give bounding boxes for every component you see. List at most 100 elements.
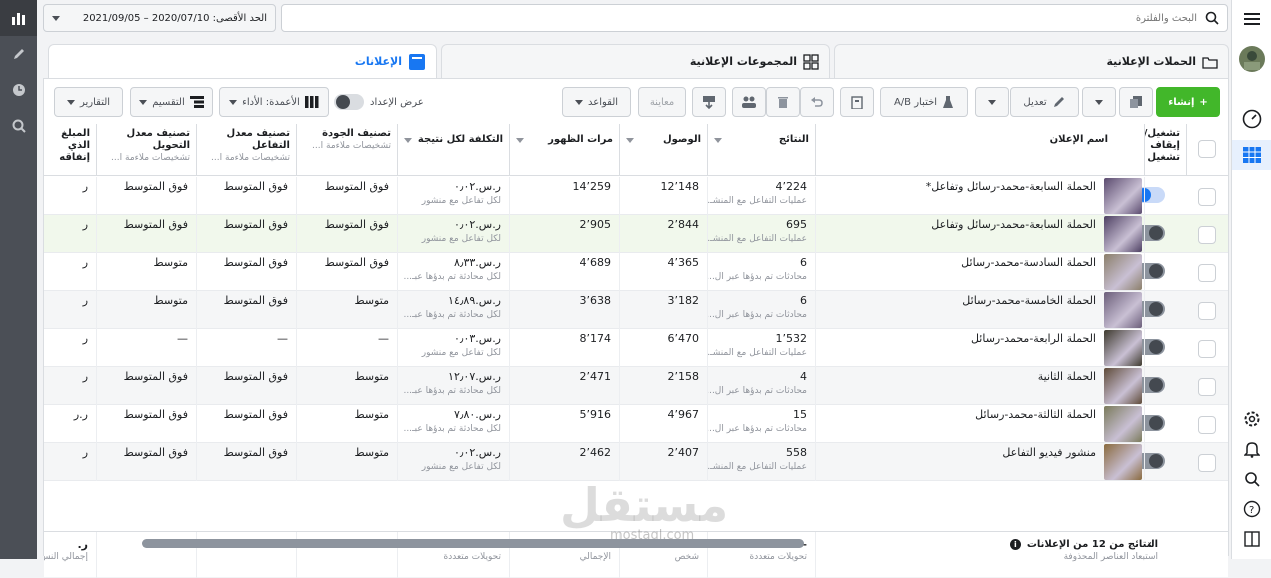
row-checkbox[interactable] <box>1198 416 1216 434</box>
search-input[interactable] <box>290 12 1197 24</box>
duplicate-dropdown[interactable] <box>1082 87 1116 117</box>
ad-thumbnail[interactable] <box>1104 444 1142 480</box>
header-spent[interactable]: المبلغ الذي إنفاقه <box>44 124 97 176</box>
horizontal-scrollbar[interactable] <box>142 539 804 548</box>
delete-button[interactable] <box>766 87 800 117</box>
bell-icon[interactable] <box>1232 434 1271 464</box>
ad-thumbnail[interactable] <box>1104 368 1142 404</box>
row-checkbox[interactable] <box>1198 264 1216 282</box>
ad-name-link[interactable]: الحملة السابعة-محمد-رسائل وتفاعل <box>824 218 1096 232</box>
header-conversion[interactable]: تصنيف معدل التحويل تشخيصات ملاءمة ا... <box>97 124 197 176</box>
ad-thumbnail[interactable] <box>1104 406 1142 442</box>
row-checkbox[interactable] <box>1198 454 1216 472</box>
ad-name-link[interactable]: الحملة الثانية <box>824 370 1096 384</box>
panel-toggle-icon[interactable] <box>1232 524 1271 554</box>
clock-icon[interactable] <box>0 72 37 108</box>
table-row[interactable]: الحملة السابعة-محمد-رسائل وتفاعل* ر.س.٠٫… <box>44 177 1228 215</box>
reports-dropdown[interactable]: التقارير <box>54 87 123 117</box>
ad-name-link[interactable]: الحملة الثالثة-محمد-رسائل <box>824 408 1096 422</box>
date-range-picker[interactable]: الحد الأقصى: 2020/07/10 – 2021/09/05 <box>43 4 276 32</box>
breakdown-dropdown[interactable]: التقسيم <box>130 87 213 117</box>
engagement-cell: فوق المتوسط <box>197 443 297 481</box>
table-row[interactable]: الحملة الثالثة-محمد-رسائل ر.س.٧٫٨٠ لكل م… <box>44 405 1228 443</box>
table-row[interactable]: الحملة السابعة-محمد-رسائل وتفاعل ر.س.٠٫٠… <box>44 215 1228 253</box>
audience-button[interactable] <box>732 87 766 117</box>
help-icon[interactable]: ? <box>1232 494 1271 524</box>
header-results[interactable]: النتائج <box>708 124 816 176</box>
tab-ads[interactable]: الإعلانات <box>48 44 437 78</box>
header-onoff[interactable]: تشغيل/ إيقاف تشغيل <box>1144 124 1187 176</box>
results-cell: 558 عمليات التفاعل مع المنشـ... <box>708 443 816 481</box>
ad-thumbnail[interactable] <box>1104 292 1142 328</box>
table-grid-icon[interactable] <box>1232 140 1271 170</box>
row-checkbox[interactable] <box>1198 226 1216 244</box>
results-value: 4٬224 <box>775 180 808 193</box>
export-button[interactable] <box>692 87 726 117</box>
dashboard-gauge-icon[interactable] <box>1232 104 1271 134</box>
rules-dropdown[interactable]: القواعد <box>562 87 631 117</box>
ad-thumbnail[interactable] <box>1104 178 1142 214</box>
footer-spent-sub: إجمالي النس <box>44 552 88 562</box>
header-engagement[interactable]: تصنيف معدل التفاعل تشخيصات ملاءمة ا... <box>197 124 297 176</box>
clipboard-button[interactable] <box>840 87 874 117</box>
zoom-search-icon[interactable] <box>0 108 37 144</box>
row-checkbox[interactable] <box>1198 378 1216 396</box>
table-row[interactable]: الحملة السادسة-محمد-رسائل ر.س.٨٫٣٣ لكل م… <box>44 253 1228 291</box>
ad-name-cell: الحملة السابعة-محمد-رسائل وتفاعل* <box>816 177 1145 215</box>
edit-button[interactable]: تعديل <box>1010 87 1079 117</box>
table-row[interactable]: الحملة الثانية ر.س.١٢٫٠٧ لكل محادثة تم ب… <box>44 367 1228 405</box>
row-checkbox[interactable] <box>1198 302 1216 320</box>
export-icon <box>703 96 715 109</box>
table-row[interactable]: منشور فيديو التفاعل ر.س.٠٫٠٢ لكل تفاعل م… <box>44 443 1228 481</box>
search-icon[interactable] <box>1232 464 1271 494</box>
header-quality[interactable]: تصنيف الجودة تشخيصات ملاءمة ا... <box>297 124 398 176</box>
header-reach[interactable]: الوصول <box>620 124 708 176</box>
cost-value: ر.س.١٤٫٨٩ <box>448 294 501 307</box>
chevron-right-icon[interactable]: › <box>1148 538 1152 551</box>
ad-name-link[interactable]: الحملة السابعة-محمد-رسائل وتفاعل* <box>824 180 1096 194</box>
row-checkbox[interactable] <box>1198 340 1216 358</box>
ad-thumbnail[interactable] <box>1104 216 1142 252</box>
edit-dropdown[interactable] <box>975 87 1009 117</box>
preview-button[interactable]: معاينة <box>638 87 686 117</box>
settings-gear-icon[interactable] <box>1232 404 1271 434</box>
view-setup-toggle[interactable]: عرض الإعداد <box>334 87 424 117</box>
ad-name-link[interactable]: الحملة الخامسة-محمد-رسائل <box>824 294 1096 308</box>
tab-adsets-label: المجموعات الإعلانية <box>689 55 797 68</box>
avatar[interactable] <box>1232 44 1271 74</box>
ad-thumbnail[interactable] <box>1104 254 1142 290</box>
pencil-icon[interactable] <box>0 36 37 72</box>
create-button[interactable]: + إنشاء <box>1156 87 1220 117</box>
hamburger-menu-icon[interactable] <box>1232 4 1271 34</box>
duplicate-button[interactable] <box>1119 87 1153 117</box>
results-cell: 695 عمليات التفاعل مع المنشـ... <box>708 215 816 253</box>
spent-cell: ر <box>44 443 97 481</box>
impressions-value: 3٬638 <box>579 294 612 307</box>
table-row[interactable]: الحملة الخامسة-محمد-رسائل ر.س.١٤٫٨٩ لكل … <box>44 291 1228 329</box>
bar-chart-icon[interactable] <box>0 0 37 36</box>
ab-test-button[interactable]: اختبار A/B <box>880 87 968 117</box>
ad-name-link[interactable]: الحملة السادسة-محمد-رسائل <box>824 256 1096 270</box>
columns-dropdown[interactable]: الأعمدة: الأداء <box>219 87 329 117</box>
row-checkbox[interactable] <box>1198 188 1216 206</box>
table-row[interactable]: الحملة الرابعة-محمد-رسائل ر.س.٠٫٠٣ لكل ت… <box>44 329 1228 367</box>
reach-value: 3٬182 <box>667 294 700 307</box>
undo-button[interactable] <box>800 87 834 117</box>
footer-title: النتائج من 12 من الإعلانات <box>1026 539 1158 550</box>
footer-impressions-sub: الإجمالي <box>579 552 611 562</box>
header-impressions[interactable]: مرات الظهور <box>510 124 620 176</box>
select-all-checkbox[interactable] <box>1198 140 1216 158</box>
reach-cell: 4٬967 <box>620 405 708 443</box>
view-setup-switch[interactable] <box>334 94 364 110</box>
ad-thumbnail[interactable] <box>1104 330 1142 366</box>
tab-campaigns[interactable]: الحملات الإعلانية <box>834 44 1229 78</box>
header-cost[interactable]: التكلفة لكل نتيجة <box>398 124 510 176</box>
ad-name-link[interactable]: منشور فيديو التفاعل <box>824 446 1096 460</box>
ad-name-link[interactable]: الحملة الرابعة-محمد-رسائل <box>824 332 1096 346</box>
results-cell: 6 محادثات تم بدؤها عبر ال... <box>708 291 816 329</box>
search-bar[interactable] <box>281 4 1228 32</box>
tab-ads-label: الإعلانات <box>354 55 402 68</box>
header-ad-name[interactable]: اسم الإعلان <box>816 124 1145 176</box>
info-icon[interactable]: i <box>1009 539 1021 550</box>
tab-adsets[interactable]: المجموعات الإعلانية <box>441 44 830 78</box>
